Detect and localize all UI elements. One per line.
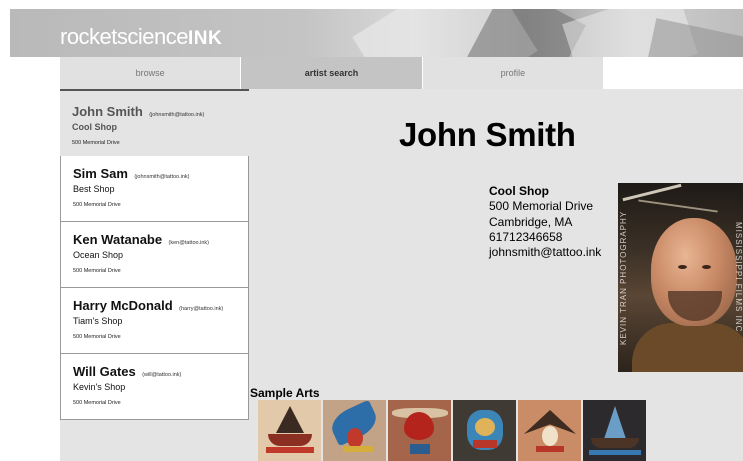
artist-shop: Tiam's Shop <box>73 316 123 326</box>
artist-photo: KEVIN TRAN PHOTOGRAPHY MISSISSIPPI FILMS… <box>618 183 743 372</box>
artist-address: 500 Memorial Drive <box>73 334 121 340</box>
artist-list-item[interactable]: John Smith (johnsmith@tattoo.ink) Cool S… <box>60 89 249 156</box>
photo-watermark: MISSISSIPPI FILMS INC <box>734 222 743 333</box>
artist-shop: Kevin's Shop <box>73 382 126 392</box>
lady-portrait-tattoo-thumbnail[interactable] <box>453 400 516 461</box>
artist-heading: Ken Watanabe (ken@tattoo.ink) <box>73 233 248 250</box>
main-nav: browse artist search profile <box>60 57 603 89</box>
swallow-tattoo-thumbnail[interactable] <box>323 400 386 461</box>
tab-profile[interactable]: profile <box>421 57 603 89</box>
artist-list-item[interactable]: Sim Sam (johnsmith@tattoo.ink) Best Shop… <box>60 156 249 222</box>
artist-address: 500 Memorial Drive <box>73 268 121 274</box>
profile-city: Cambridge, MA <box>489 214 573 229</box>
artist-shop: Best Shop <box>73 184 115 194</box>
artist-address: 500 Memorial Drive <box>73 202 121 208</box>
artist-email: (johnsmith@tattoo.ink) <box>149 112 205 118</box>
eagle-tattoo-thumbnail[interactable] <box>518 400 581 461</box>
tab-browse[interactable]: browse <box>60 57 242 89</box>
app-page: rocketscienceINK browse artist search pr… <box>0 0 743 461</box>
header-banner: rocketscienceINK <box>10 9 743 57</box>
artist-address: 500 Memorial Drive <box>73 400 121 406</box>
banner-decoration <box>646 18 743 57</box>
tab-artist-search[interactable]: artist search <box>241 57 422 89</box>
artist-heading: Will Gates (will@tattoo.ink) <box>73 365 248 382</box>
artist-address: 500 Memorial Drive <box>72 140 120 146</box>
artist-email: (ken@tattoo.ink) <box>168 240 209 246</box>
artist-list-item[interactable]: Harry McDonald (harry@tattoo.ink) Tiam's… <box>60 288 249 354</box>
ship-tattoo-thumbnail[interactable] <box>258 400 321 461</box>
artist-shop: Cool Shop <box>72 122 117 132</box>
artist-list-item[interactable]: Ken Watanabe (ken@tattoo.ink) Ocean Shop… <box>60 222 249 288</box>
artist-name: Sim Sam <box>73 166 128 181</box>
artist-email: (harry@tattoo.ink) <box>179 306 224 312</box>
chest-piece-tattoo-thumbnail[interactable] <box>388 400 451 461</box>
profile-email[interactable]: johnsmith@tattoo.ink <box>489 245 601 260</box>
artist-name: Harry McDonald <box>73 298 173 313</box>
profile-phone: 61712346658 <box>489 229 563 244</box>
photo-shoulders <box>632 323 743 372</box>
profile-title: John Smith <box>399 116 576 153</box>
photo-eye <box>702 265 711 269</box>
logo-text-accent: INK <box>188 28 223 49</box>
sample-arts-title: Sample Arts <box>250 386 320 400</box>
profile-address: 500 Memorial Drive <box>489 199 594 214</box>
artist-name: Will Gates <box>73 364 136 379</box>
profile-shop: Cool Shop <box>489 184 549 198</box>
artist-list-item[interactable]: Will Gates (will@tattoo.ink) Kevin's Sho… <box>60 354 249 420</box>
artist-email: (will@tattoo.ink) <box>142 372 182 378</box>
artist-name: John Smith <box>72 104 143 119</box>
artist-name: Ken Watanabe <box>73 232 163 247</box>
profile-details: Cool Shop 500 Memorial Drive Cambridge, … <box>489 184 601 260</box>
artist-shop: Ocean Shop <box>73 250 124 260</box>
site-logo[interactable]: rocketscienceINK <box>60 24 222 50</box>
artist-heading: Harry McDonald (harry@tattoo.ink) <box>73 299 248 316</box>
artist-list: John Smith (johnsmith@tattoo.ink) Cool S… <box>60 89 250 420</box>
clipper-ship-tattoo-thumbnail[interactable] <box>583 400 646 461</box>
sample-arts-gallery <box>258 400 648 461</box>
artist-heading: John Smith (johnsmith@tattoo.ink) <box>72 105 249 122</box>
artist-email: (johnsmith@tattoo.ink) <box>134 174 190 180</box>
photo-eye <box>678 265 687 269</box>
logo-text-main: rocketscience <box>60 24 189 49</box>
photo-light <box>638 199 718 213</box>
photo-watermark: KEVIN TRAN PHOTOGRAPHY <box>619 210 628 345</box>
artist-heading: Sim Sam (johnsmith@tattoo.ink) <box>73 167 248 184</box>
